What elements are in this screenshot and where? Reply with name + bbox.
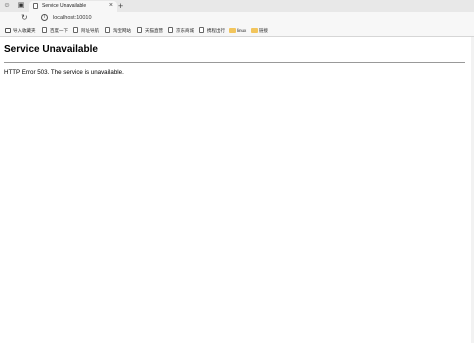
navigation-toolbar: ↻ i localhost:10010	[0, 12, 474, 25]
new-tab-button[interactable]: +	[118, 1, 123, 11]
page-icon	[33, 3, 38, 9]
page-icon	[168, 27, 173, 33]
bookmark-label: 阿址导航	[81, 28, 99, 33]
error-message: HTTP Error 503. The service is unavailab…	[4, 69, 124, 76]
tab-service-unavailable[interactable]: Service Unavailable ×	[29, 1, 117, 12]
page-title: Service Unavailable	[4, 44, 98, 55]
bookmark-label: 百度一下	[50, 28, 68, 33]
profile-icon[interactable]: ☺	[3, 2, 11, 10]
bookmark-label: linux	[237, 28, 247, 33]
divider	[4, 62, 465, 63]
bookmark-label: 链接	[259, 28, 268, 33]
bookmark-label: 携程出行	[207, 28, 225, 33]
folder-icon	[251, 28, 258, 33]
tab-title: Service Unavailable	[42, 3, 87, 9]
address-bar[interactable]: localhost:10010	[53, 14, 92, 22]
bookmark-label: 导入收藏夹	[13, 28, 36, 33]
site-info-icon[interactable]: i	[41, 14, 48, 21]
bookmark-label: 淘宝网站	[113, 28, 131, 33]
page-icon	[42, 27, 47, 33]
page-icon	[199, 27, 204, 33]
page-icon	[105, 27, 110, 33]
page-icon	[137, 27, 142, 33]
import-icon	[5, 28, 11, 33]
bookmark-label: 天猫直营	[145, 28, 163, 33]
page-icon	[73, 27, 78, 33]
reload-icon[interactable]: ↻	[21, 13, 28, 23]
page-content: Service Unavailable HTTP Error 503. The …	[0, 37, 474, 343]
bookmark-label: 京东商城	[176, 28, 194, 33]
folder-icon	[229, 28, 236, 33]
close-tab-icon[interactable]: ×	[109, 2, 113, 10]
bookmarks-bar: 导入收藏夹 百度一下 阿址导航 淘宝网站 天猫直营 京东商城 携程出行 linu…	[0, 25, 474, 37]
tab-actions-icon[interactable]: ▣	[17, 2, 25, 10]
tab-strip: ☺ ▣ Service Unavailable × +	[0, 0, 474, 12]
